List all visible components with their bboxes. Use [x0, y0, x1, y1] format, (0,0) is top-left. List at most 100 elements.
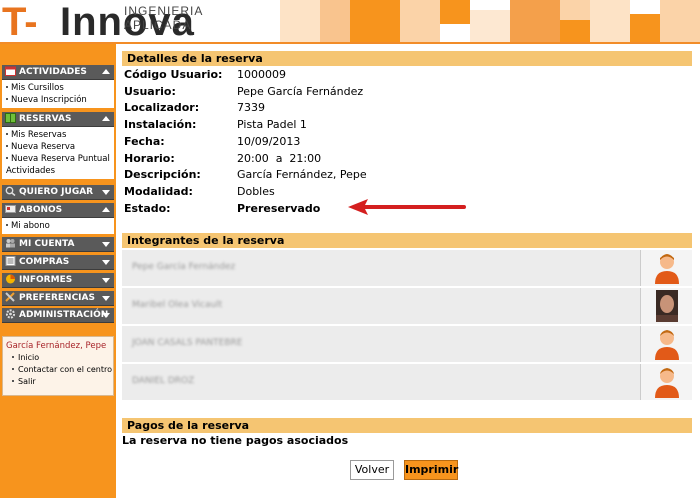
detail-label: Fecha: — [124, 135, 165, 148]
member-row: Pepe García Fernández — [122, 250, 692, 286]
detail-label: Descripción: — [124, 168, 201, 181]
detail-label: Instalación: — [124, 118, 197, 131]
sidebar-item-nueva-reserva[interactable]: Nueva Reserva — [6, 141, 112, 153]
user-link-inicio[interactable]: Inicio — [6, 352, 110, 364]
detail-label: Estado: — [124, 202, 171, 215]
members-section-title: Integrantes de la reserva — [122, 233, 692, 248]
detail-value: 10/09/2013 — [237, 135, 301, 148]
sidebar-section-informes: INFORMES — [2, 273, 114, 288]
print-button[interactable]: Imprimir — [404, 460, 458, 480]
sidebar-item-mis-cursillos[interactable]: Mis Cursillos — [6, 82, 112, 94]
list-icon — [5, 256, 16, 266]
status-value: Prereservado — [237, 202, 321, 215]
sidebar-section-compras: COMPRAS — [2, 255, 114, 270]
sidebar-header-administracion[interactable]: ADMINISTRACIÓN — [2, 308, 114, 323]
sidebar-header-reservas[interactable]: RESERVAS — [2, 112, 114, 127]
chevron-down-icon — [102, 260, 110, 265]
member-row: DANIEL DROZ — [122, 364, 692, 400]
member-name: JOAN CASALS PANTEBRE — [132, 338, 243, 348]
member-name: Pepe García Fernández — [132, 262, 236, 272]
sidebar-header-label: RESERVAS — [19, 114, 72, 124]
sidebar-items: Mis Cursillos Nueva Inscripción — [2, 80, 114, 108]
sidebar-section-preferencias: PREFERENCIAS — [2, 291, 114, 306]
chevron-up-icon — [102, 116, 110, 121]
detail-value: García Fernández, Pepe — [237, 168, 367, 181]
default-avatar-icon — [655, 254, 679, 284]
detail-label: Modalidad: — [124, 185, 193, 198]
sidebar-item-mis-reservas[interactable]: Mis Reservas — [6, 129, 112, 141]
sidebar-section-actividades: ACTIVIDADES Mis Cursillos Nueva Inscripc… — [2, 65, 114, 108]
chevron-down-icon — [102, 296, 110, 301]
sidebar-section-quiero-jugar: QUIERO JUGAR — [2, 185, 114, 200]
sidebar-header-informes[interactable]: INFORMES — [2, 273, 114, 288]
book-icon — [5, 113, 16, 123]
search-icon — [5, 186, 16, 196]
logo: T- Innova INGENIERIA APLICADA — [2, 2, 262, 42]
sidebar-header-label: ABONOS — [19, 205, 63, 215]
photo-avatar — [656, 290, 678, 322]
member-name: Maribel Olea Vicault — [132, 300, 223, 310]
chevron-down-icon — [102, 278, 110, 283]
avatar — [640, 326, 692, 362]
sidebar-header-quiero-jugar[interactable]: QUIERO JUGAR — [2, 185, 114, 200]
sidebar-section-mi-cuenta: MI CUENTA — [2, 237, 114, 252]
sidebar-header-compras[interactable]: COMPRAS — [2, 255, 114, 270]
user-name: García Fernández, Pepe — [6, 341, 107, 351]
sidebar-items: Mis Reservas Nueva Reserva Nueva Reserva… — [2, 127, 114, 179]
logo-t: T- — [2, 0, 38, 44]
sidebar-header-label: ACTIVIDADES — [19, 67, 87, 77]
detail-value: 20:00 a 21:00 — [237, 152, 322, 165]
main-content: Detalles de la reserva Código Usuario: 1… — [116, 44, 700, 498]
no-payments-message: La reserva no tiene pagos asociados — [122, 434, 349, 447]
detail-label: Localizador: — [124, 101, 200, 114]
detail-value: Pepe García Fernández — [237, 85, 364, 98]
default-avatar-icon — [655, 368, 679, 398]
sidebar-header-label: ADMINISTRACIÓN — [19, 310, 109, 320]
sidebar-section-abonos: ABONOS Mi abono — [2, 203, 114, 234]
chevron-up-icon — [102, 207, 110, 212]
payments-section-title: Pagos de la reserva — [122, 418, 692, 433]
sidebar-section-administracion: ADMINISTRACIÓN — [2, 308, 114, 323]
sidebar-header-actividades[interactable]: ACTIVIDADES — [2, 65, 114, 80]
tools-icon — [5, 292, 15, 302]
sidebar-item-nueva-inscripcion[interactable]: Nueva Inscripción — [6, 94, 112, 106]
sidebar-items: Mi abono — [2, 218, 114, 234]
chevron-down-icon — [102, 190, 110, 195]
sidebar-header-label: INFORMES — [19, 275, 73, 285]
chevron-down-icon — [102, 313, 110, 318]
sidebar-header-label: PREFERENCIAS — [19, 293, 95, 303]
sidebar-item-mi-abono[interactable]: Mi abono — [6, 220, 112, 232]
sidebar-header-label: COMPRAS — [19, 257, 70, 267]
detail-value: 7339 — [237, 101, 265, 114]
user-box: García Fernández, Pepe Inicio Contactar … — [2, 336, 114, 396]
sidebar-header-label: QUIERO JUGAR — [19, 187, 94, 197]
detail-value: Pista Padel 1 — [237, 118, 307, 131]
avatar — [640, 288, 692, 324]
page-header: T- Innova INGENIERIA APLICADA — [0, 0, 700, 44]
sidebar: ACTIVIDADES Mis Cursillos Nueva Inscripc… — [0, 44, 116, 498]
people-icon — [6, 239, 15, 248]
member-row: Maribel Olea Vicault — [122, 288, 692, 324]
logo-subtitle: INGENIERIA APLICADA — [124, 4, 203, 32]
header-decoration — [260, 0, 700, 44]
sidebar-header-mi-cuenta[interactable]: MI CUENTA — [2, 237, 114, 252]
back-button[interactable]: Volver — [350, 460, 394, 480]
user-link-contactar[interactable]: Contactar con el centro — [6, 364, 112, 376]
member-row: JOAN CASALS PANTEBRE — [122, 326, 692, 362]
chevron-up-icon — [102, 69, 110, 74]
default-avatar-icon — [655, 330, 679, 360]
details-section-title: Detalles de la reserva — [122, 51, 692, 66]
detail-label: Usuario: — [124, 85, 176, 98]
card-icon — [5, 205, 16, 213]
sidebar-item-nueva-reserva-puntual[interactable]: Nueva Reserva Puntual Actividades — [6, 153, 112, 177]
chart-icon — [6, 274, 15, 284]
detail-value: Dobles — [237, 185, 275, 198]
detail-value: 1000009 — [237, 68, 286, 81]
member-name: DANIEL DROZ — [132, 376, 195, 386]
chevron-down-icon — [102, 242, 110, 247]
detail-label: Horario: — [124, 152, 175, 165]
detail-label: Código Usuario: — [124, 68, 223, 81]
sidebar-header-abonos[interactable]: ABONOS — [2, 203, 114, 218]
sidebar-header-preferencias[interactable]: PREFERENCIAS — [2, 291, 114, 306]
user-link-salir[interactable]: Salir — [6, 376, 110, 388]
